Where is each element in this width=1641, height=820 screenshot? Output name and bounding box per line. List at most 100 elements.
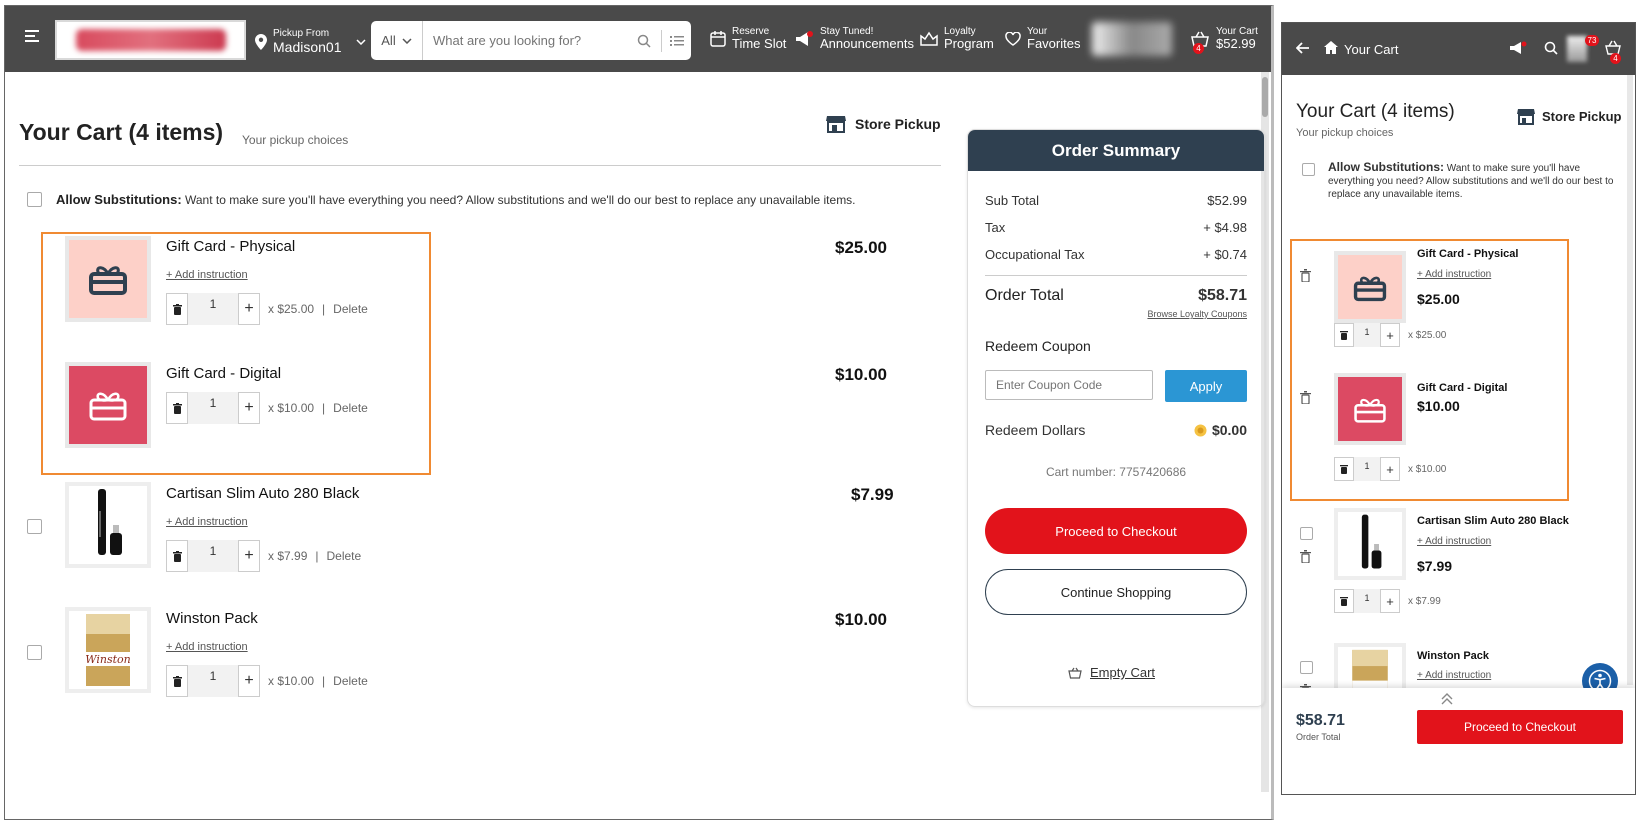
apply-coupon-button[interactable]: Apply [1165,370,1247,402]
search-icon[interactable] [637,34,651,48]
allow-substitutions-checkbox[interactable] [27,192,42,207]
allow-substitutions-checkbox[interactable] [1302,163,1315,176]
search-category-select[interactable]: All [371,21,423,60]
announcements-link[interactable]: Stay Tuned! Announcements [794,26,914,51]
store-pickup-toggle[interactable]: Store Pickup [825,114,941,134]
proceed-to-checkout-button[interactable]: Proceed to Checkout [1417,710,1623,744]
list-search-icon[interactable] [670,35,684,47]
item-checkbox[interactable] [1300,527,1313,540]
pickup-location-selector[interactable]: Pickup From Madison01 [255,28,366,55]
search-input[interactable] [433,33,623,48]
item-name[interactable]: Gift Card - Physical [166,238,295,255]
notification-badge: 73 [1585,35,1599,46]
remove-quantity-button[interactable] [166,540,188,572]
item-name[interactable]: Winston Pack [166,610,258,627]
quantity-value[interactable]: 1 [1354,589,1380,613]
cigarette-pack-icon: Winston [85,614,131,686]
browse-loyalty-coupons-link[interactable]: Browse Loyalty Coupons [1147,309,1247,319]
trash-icon[interactable] [1300,269,1311,282]
mobile-checkout-bar: $58.71 Order Total Proceed to Checkout [1282,688,1635,794]
increase-quantity-button[interactable]: + [238,392,260,424]
header-cart-link[interactable]: 4 Your Cart $52.99 [1190,26,1258,54]
item-name[interactable]: Cartisan Slim Auto 280 Black [1417,515,1569,527]
tax-value: + $4.98 [1203,220,1247,235]
unit-price: x $7.99 [1408,595,1441,607]
add-instruction-link[interactable]: + Add instruction [166,516,248,528]
delete-link[interactable]: Delete [333,401,368,415]
product-image[interactable] [1334,251,1406,323]
remove-quantity-button[interactable] [1334,323,1354,347]
add-instruction-link[interactable]: + Add instruction [1417,536,1491,547]
mobile-view: Your Cart 73 4 Your Cart (4 items) Your … [1281,22,1636,795]
item-name[interactable]: Gift Card - Digital [1417,382,1507,394]
product-image[interactable] [1334,373,1406,445]
item-checkbox[interactable] [1300,661,1313,674]
quantity-value[interactable]: 1 [1354,323,1380,347]
search-icon[interactable] [1544,41,1558,55]
add-instruction-link[interactable]: + Add instruction [1417,269,1491,280]
increase-quantity-button[interactable]: + [1380,457,1400,481]
product-image[interactable] [65,362,151,448]
product-image[interactable] [1334,508,1406,580]
favorites-link[interactable]: Your Favorites [1005,26,1080,51]
item-name[interactable]: Gift Card - Physical [1417,248,1518,260]
unit-price: x $7.99 [268,549,308,563]
menu-icon[interactable] [25,30,39,42]
tax-label: Tax [985,220,1006,235]
remove-quantity-button[interactable] [166,293,188,325]
reserve-time-slot-link[interactable]: Reserve Time Slot [710,26,786,51]
item-name[interactable]: Winston Pack [1417,650,1489,662]
remove-quantity-button[interactable] [166,665,188,697]
home-icon[interactable] [1324,41,1338,54]
item-checkbox[interactable] [27,645,42,660]
product-image[interactable] [65,236,151,322]
delete-link[interactable]: Delete [327,549,362,563]
store-logo[interactable] [55,20,246,60]
item-name[interactable]: Cartisan Slim Auto 280 Black [166,485,359,502]
remove-quantity-button[interactable] [166,392,188,424]
increase-quantity-button[interactable]: + [1380,323,1400,347]
proceed-to-checkout-button[interactable]: Proceed to Checkout [985,508,1247,554]
order-total-row: Order Total $58.71 [985,287,1247,305]
megaphone-icon[interactable] [1509,41,1527,55]
increase-quantity-button[interactable]: + [238,540,260,572]
account-avatar[interactable] [1092,22,1172,56]
quantity-value[interactable]: 1 [188,665,238,697]
quantity-value[interactable]: 1 [188,392,238,424]
store-pickup-toggle[interactable]: Store Pickup [1516,107,1621,125]
divider [985,275,1247,276]
remove-quantity-button[interactable] [1334,589,1354,613]
trash-icon[interactable] [1300,391,1311,404]
delete-link[interactable]: Delete [333,674,368,688]
increase-quantity-button[interactable]: + [238,665,260,697]
remove-quantity-button[interactable] [1334,457,1354,481]
trash-icon[interactable] [1300,550,1311,563]
empty-cart-link[interactable]: Empty Cart [1068,665,1155,680]
add-instruction-link[interactable]: + Add instruction [166,269,248,281]
back-arrow-icon[interactable] [1296,42,1310,54]
crown-icon [920,31,938,46]
coupon-code-input[interactable] [985,370,1153,400]
cart-number: Cart number: 7757420686 [1045,465,1187,479]
avatar[interactable] [1567,36,1587,62]
substitutions-label: Allow Substitutions: [56,192,182,207]
vape-pen-icon [1361,514,1382,569]
subtotal-row: Sub Total $52.99 [985,193,1247,208]
increase-quantity-button[interactable]: + [1380,589,1400,613]
item-checkbox[interactable] [27,519,42,534]
unit-price: x $25.00 [1408,329,1447,341]
quantity-value[interactable]: 1 [1354,457,1380,481]
loyalty-program-link[interactable]: Loyalty Program [920,26,994,51]
increase-quantity-button[interactable]: + [238,293,260,325]
product-image[interactable] [65,482,151,568]
delete-link[interactable]: Delete [333,302,368,316]
continue-shopping-button[interactable]: Continue Shopping [985,569,1247,615]
add-instruction-link[interactable]: + Add instruction [1417,670,1491,681]
item-name[interactable]: Gift Card - Digital [166,365,281,382]
quantity-value[interactable]: 1 [188,540,238,572]
chevron-up-icon[interactable] [1441,693,1453,705]
add-instruction-link[interactable]: + Add instruction [166,641,248,653]
product-image[interactable]: Winston [65,607,151,693]
quantity-value[interactable]: 1 [188,293,238,325]
mobile-scrollbar[interactable] [1627,75,1633,685]
